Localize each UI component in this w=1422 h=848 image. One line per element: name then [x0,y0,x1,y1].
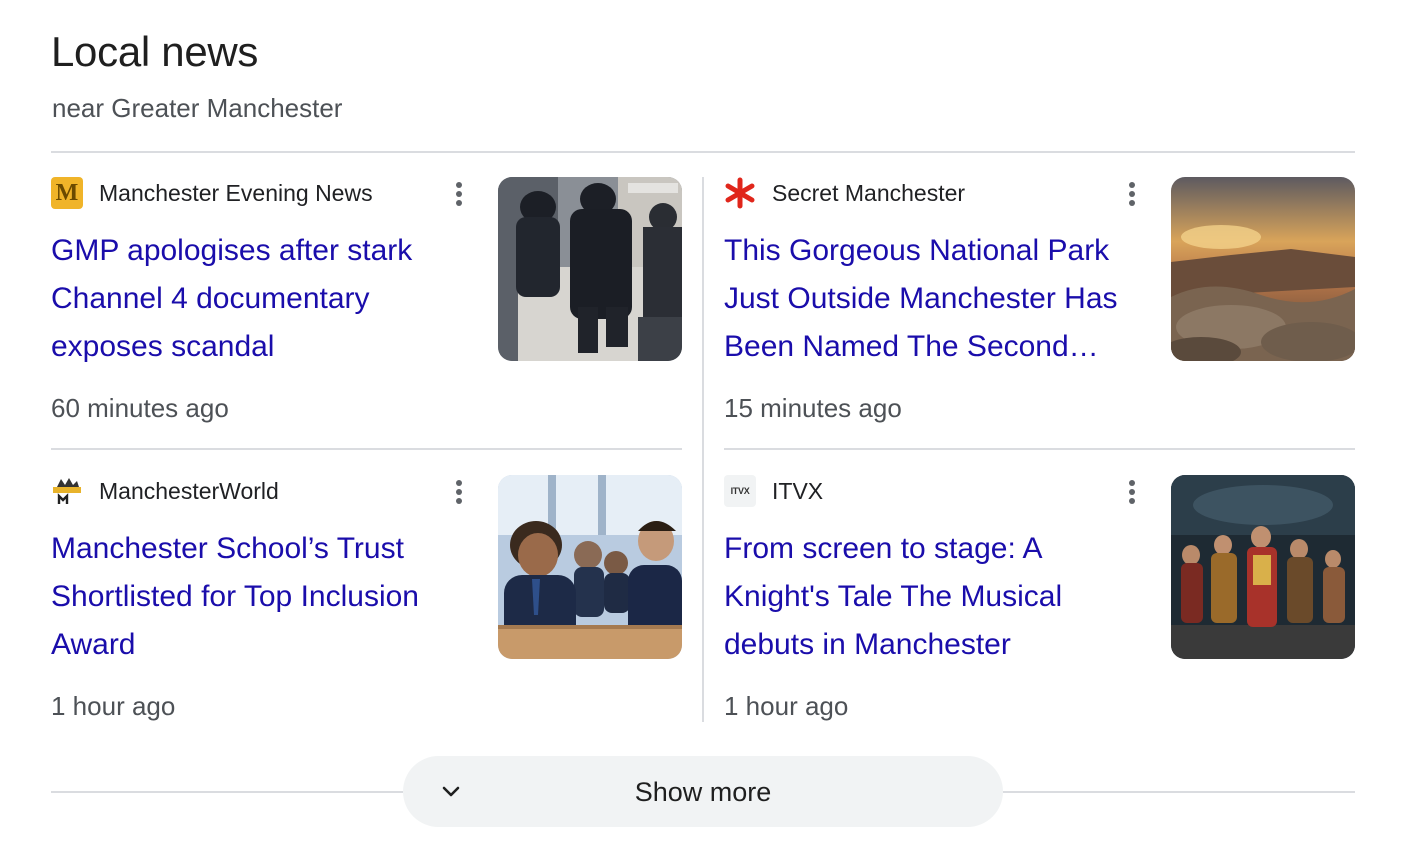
manchesterworld-logo-icon [51,475,83,507]
source-name[interactable]: ITVX [772,475,823,507]
national-park-sunset-photo[interactable] [1171,177,1355,361]
men-logo-icon: M [51,177,83,209]
news-card[interactable]: Secret Manchester This Gorgeous National… [724,177,1355,447]
news-card[interactable]: ManchesterWorld Manchester School’s Trus… [51,475,682,745]
men-logo-letter: M [55,179,79,206]
local-news-subtitle: near Greater Manchester [52,93,343,123]
source-name[interactable]: ManchesterWorld [99,475,279,507]
more-options-icon[interactable] [1120,477,1144,507]
show-more-label: Show more [634,777,772,807]
news-card[interactable]: ITVX ITVX From screen to stage: A Knight… [724,475,1355,745]
row-divider-left [51,448,682,450]
itvx-logo-text: ITVX [730,486,750,496]
more-options-icon[interactable] [447,179,471,209]
secret-manchester-asterisk-icon [724,177,756,209]
show-more-button[interactable]: Show more [403,756,1003,827]
source-row: ITVX ITVX [724,475,823,507]
source-row: M Manchester Evening News [51,177,373,209]
police-officers-photo[interactable] [498,177,682,361]
local-news-heading: Local news [51,28,259,75]
school-students-photo[interactable] [498,475,682,659]
article-headline-link[interactable]: GMP apologises after stark Channel 4 doc… [51,227,471,371]
article-headline-link[interactable]: From screen to stage: A Knight's Tale Th… [724,525,1144,669]
top-divider [51,151,1355,153]
more-options-icon[interactable] [447,477,471,507]
article-time: 1 hour ago [724,691,849,721]
itvx-logo-icon: ITVX [724,475,756,507]
article-headline-link[interactable]: This Gorgeous National Park Just Outside… [724,227,1144,371]
column-divider [702,177,704,722]
source-name[interactable]: Secret Manchester [772,177,965,209]
row-divider-right [724,448,1355,450]
article-time: 60 minutes ago [51,393,229,423]
source-row: ManchesterWorld [51,475,279,507]
show-more-line-right [1003,791,1355,793]
show-more-line-left [51,791,403,793]
source-name[interactable]: Manchester Evening News [99,177,373,209]
news-card[interactable]: M Manchester Evening News GMP apologises… [51,177,682,447]
more-options-icon[interactable] [1120,179,1144,209]
article-time: 15 minutes ago [724,393,902,423]
article-time: 1 hour ago [51,691,176,721]
musical-stage-photo[interactable] [1171,475,1355,659]
source-row: Secret Manchester [724,177,965,209]
article-headline-link[interactable]: Manchester School’s Trust Shortlisted fo… [51,525,471,669]
